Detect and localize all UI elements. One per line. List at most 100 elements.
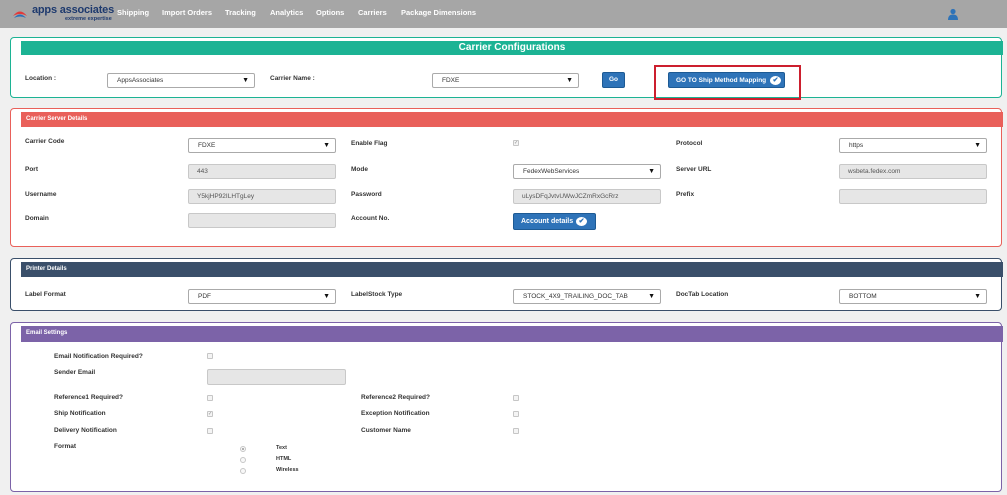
exception-notification-label: Exception Notification bbox=[361, 410, 430, 417]
chevron-down-icon: ▼ bbox=[323, 142, 330, 149]
format-text-label: Text bbox=[276, 445, 287, 451]
chevron-down-icon: ▼ bbox=[648, 293, 655, 300]
format-label: Format bbox=[54, 443, 77, 450]
prefix-label: Prefix bbox=[676, 191, 695, 198]
logo-icon bbox=[13, 11, 27, 18]
mode-value: FedexWebServices bbox=[523, 168, 580, 175]
delivery-notification-label: Delivery Notification bbox=[54, 427, 117, 434]
carrier-server-panel: Carrier Server Details Carrier Code FDXE… bbox=[10, 108, 1003, 247]
carrier-name-value: FDXE bbox=[442, 77, 460, 84]
nav-tracking[interactable]: Tracking bbox=[225, 8, 256, 17]
labelstock-type-select[interactable]: STOCK_4X9_TRAILING_DOC_TAB ▼ bbox=[513, 289, 661, 304]
nav-package-dimensions[interactable]: Package Dimensions bbox=[401, 8, 476, 17]
carrier-name-select[interactable]: FDXE ▼ bbox=[432, 73, 579, 88]
nav-shipping[interactable]: Shipping bbox=[117, 8, 149, 17]
sender-email-label: Sender Email bbox=[54, 369, 96, 376]
nav-carriers[interactable]: Carriers bbox=[358, 8, 387, 17]
ship-method-mapping-button[interactable]: GO TO Ship Method Mapping ✔ bbox=[668, 72, 785, 88]
domain-label: Domain bbox=[25, 215, 49, 222]
carrier-server-title: Carrier Server Details bbox=[26, 116, 88, 122]
protocol-value: https bbox=[849, 142, 864, 149]
nav-analytics[interactable]: Analytics bbox=[270, 8, 303, 17]
label-format-select[interactable]: PDF ▼ bbox=[188, 289, 336, 304]
check-circle-icon: ✔ bbox=[770, 76, 781, 85]
email-settings-panel: Email Settings Email Notification Requir… bbox=[10, 322, 1003, 492]
carrier-code-value: FDXE bbox=[198, 142, 216, 149]
customer-name-label: Customer Name bbox=[361, 427, 411, 434]
port-field[interactable]: 443 bbox=[188, 164, 336, 179]
exception-notification-checkbox[interactable] bbox=[513, 411, 519, 417]
format-html-label: HTML bbox=[276, 456, 292, 462]
chevron-down-icon: ▼ bbox=[974, 142, 981, 149]
labelstock-type-label: LabelStock Type bbox=[351, 291, 403, 298]
reference2-required-checkbox[interactable] bbox=[513, 395, 519, 401]
server-url-field[interactable]: wsbeta.fedex.com bbox=[839, 164, 987, 179]
doctab-location-select[interactable]: BOTTOM ▼ bbox=[839, 289, 987, 304]
nav-import-orders[interactable]: Import Orders bbox=[162, 8, 212, 17]
protocol-select[interactable]: https ▼ bbox=[839, 138, 987, 153]
reference1-required-label: Reference1 Required? bbox=[54, 394, 123, 401]
account-details-button[interactable]: Account details ✔ bbox=[513, 213, 596, 230]
printer-details-panel: Printer Details Label Format PDF ▼ Label… bbox=[10, 258, 1003, 311]
carrier-server-header: Carrier Server Details bbox=[21, 112, 1003, 127]
chevron-down-icon: ▼ bbox=[242, 77, 249, 84]
password-label: Password bbox=[351, 191, 382, 198]
carrier-code-select[interactable]: FDXE ▼ bbox=[188, 138, 336, 153]
ship-method-mapping-label: GO TO Ship Method Mapping bbox=[676, 77, 767, 84]
go-button-label: Go bbox=[608, 76, 619, 83]
domain-field[interactable] bbox=[188, 213, 336, 228]
carrier-name-label: Carrier Name : bbox=[270, 75, 315, 82]
server-url-label: Server URL bbox=[676, 166, 712, 173]
carrier-code-label: Carrier Code bbox=[25, 138, 65, 145]
format-wireless-label: Wireless bbox=[276, 467, 299, 473]
location-select[interactable]: AppsAssociates ▼ bbox=[107, 73, 255, 88]
server-url-value: wsbeta.fedex.com bbox=[848, 168, 901, 175]
delivery-notification-checkbox[interactable] bbox=[207, 428, 213, 434]
mode-select[interactable]: FedexWebServices ▼ bbox=[513, 164, 661, 179]
port-value: 443 bbox=[197, 168, 208, 175]
password-field[interactable]: uLysDFqJvtvUWwJCZmRxGcRrz bbox=[513, 189, 661, 204]
reference1-required-checkbox[interactable] bbox=[207, 395, 213, 401]
carrier-config-header: Carrier Configurations bbox=[21, 41, 1003, 55]
nav-options[interactable]: Options bbox=[316, 8, 344, 17]
format-html-radio[interactable] bbox=[240, 457, 246, 463]
doctab-location-label: DocTab Location bbox=[676, 291, 729, 298]
format-text-radio[interactable] bbox=[240, 446, 246, 452]
email-settings-title: Email Settings bbox=[26, 330, 68, 336]
printer-details-header: Printer Details bbox=[21, 262, 1003, 277]
chevron-down-icon: ▼ bbox=[648, 168, 655, 175]
username-value: Y5kjHP92ILHTgLey bbox=[197, 193, 255, 200]
email-settings-header: Email Settings bbox=[21, 326, 1003, 342]
sender-email-field[interactable] bbox=[207, 369, 346, 385]
customer-name-checkbox[interactable] bbox=[513, 428, 519, 434]
username-field[interactable]: Y5kjHP92ILHTgLey bbox=[188, 189, 336, 204]
email-notification-required-checkbox[interactable] bbox=[207, 353, 213, 359]
go-button[interactable]: Go bbox=[602, 72, 625, 88]
ship-notification-checkbox[interactable]: ✓ bbox=[207, 411, 213, 417]
format-wireless-radio[interactable] bbox=[240, 468, 246, 474]
labelstock-type-value: STOCK_4X9_TRAILING_DOC_TAB bbox=[523, 293, 628, 300]
user-icon[interactable] bbox=[947, 8, 959, 20]
email-notification-required-label: Email Notification Required? bbox=[54, 353, 143, 360]
chevron-down-icon: ▼ bbox=[323, 293, 330, 300]
carrier-config-panel: Carrier Configurations Location : AppsAs… bbox=[10, 37, 1003, 100]
doctab-location-value: BOTTOM bbox=[849, 293, 877, 300]
check-circle-icon: ✔ bbox=[576, 217, 587, 226]
brand-logo[interactable]: apps associates extreme expertise bbox=[12, 4, 114, 23]
label-format-value: PDF bbox=[198, 293, 211, 300]
username-label: Username bbox=[25, 191, 57, 198]
printer-details-title: Printer Details bbox=[26, 266, 67, 272]
chevron-down-icon: ▼ bbox=[974, 293, 981, 300]
enable-flag-checkbox[interactable]: ✓ bbox=[513, 140, 519, 146]
protocol-label: Protocol bbox=[676, 140, 703, 147]
port-label: Port bbox=[25, 166, 38, 173]
brand-tagline: extreme expertise bbox=[65, 16, 112, 22]
prefix-field[interactable] bbox=[839, 189, 987, 204]
label-format-label: Label Format bbox=[25, 291, 66, 298]
chevron-down-icon: ▼ bbox=[566, 77, 573, 84]
ship-notification-label: Ship Notification bbox=[54, 410, 106, 417]
account-no-label: Account No. bbox=[351, 215, 390, 222]
top-navbar: apps associates extreme expertise Shippi… bbox=[0, 0, 1007, 28]
location-value: AppsAssociates bbox=[117, 77, 164, 84]
account-details-label: Account details bbox=[521, 218, 574, 225]
